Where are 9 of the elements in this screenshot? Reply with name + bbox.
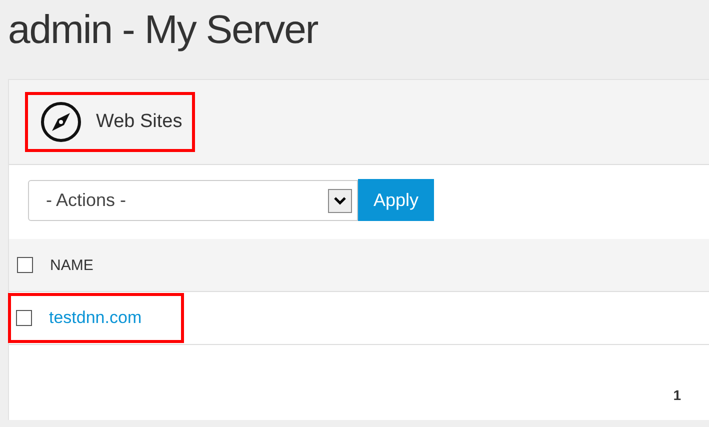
page-number[interactable]: 1 <box>673 387 681 403</box>
actions-dropdown[interactable]: - Actions - <box>28 180 358 221</box>
caret-icon <box>328 188 352 212</box>
panel-heading: Web Sites <box>96 111 182 133</box>
column-header: NAME <box>50 256 94 274</box>
checkbox[interactable] <box>17 257 33 273</box>
compass-icon <box>40 101 82 143</box>
checkbox[interactable] <box>16 310 32 326</box>
page-title: admin - My Server <box>7 7 319 54</box>
